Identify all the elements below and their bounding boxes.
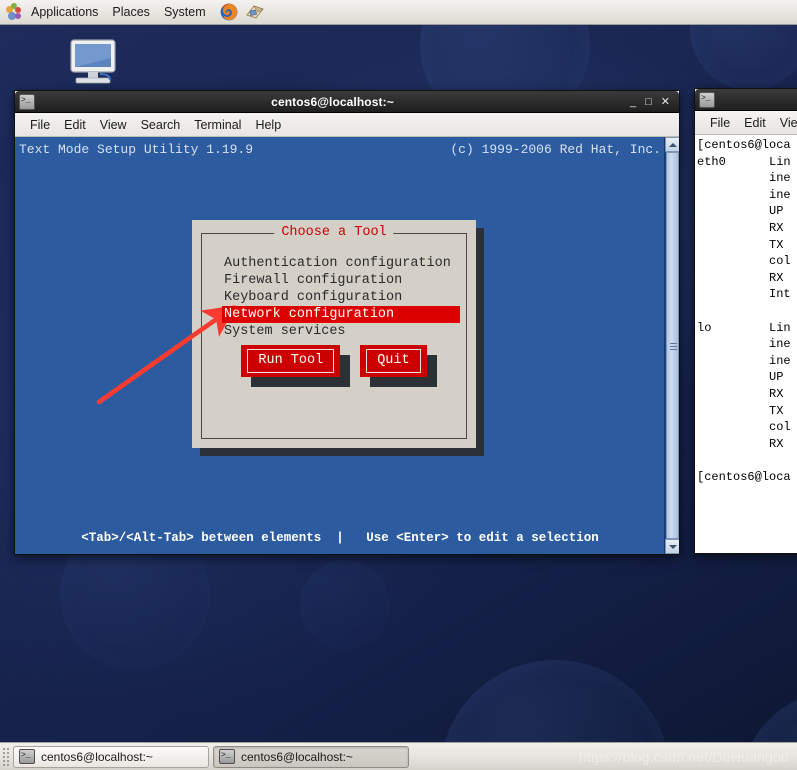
terminal-window-ifconfig[interactable]: File Edit Vie [centos6@loca eth0 Lin ine… — [694, 88, 797, 554]
setup-header: Text Mode Setup Utility 1.19.9 (c) 1999-… — [19, 142, 661, 158]
menu-edit[interactable]: Edit — [57, 116, 93, 134]
menubar-ifconfig: File Edit Vie — [695, 111, 797, 135]
scroll-down-button[interactable] — [665, 539, 679, 554]
taskbar-item-terminal-2[interactable]: centos6@localhost:~ — [213, 745, 409, 768]
setup-footer-hint: <Tab>/<Alt-Tab> between elements | Use <… — [81, 531, 599, 545]
evolution-mail-icon[interactable] — [245, 2, 265, 22]
chevron-up-icon — [669, 143, 677, 147]
top-panel: Applications Places System — [0, 0, 797, 25]
computer-desktop-icon[interactable] — [62, 38, 124, 90]
menu-search[interactable]: Search — [134, 116, 188, 134]
watermark-text: https://blog.csdn.net/DuHuangod — [578, 749, 789, 765]
run-tool-button-wrap: Run Tool — [241, 345, 351, 387]
setup-header-right: (c) 1999-2006 Red Hat, Inc. — [450, 142, 661, 157]
titlebar-setup[interactable]: centos6@localhost:~ _ □ ✕ — [15, 91, 679, 113]
terminal-scrollbar[interactable] — [664, 137, 679, 554]
terminal-window-setup[interactable]: centos6@localhost:~ _ □ ✕ File Edit View… — [14, 90, 680, 555]
tool-item-firewall[interactable]: Firewall configuration — [222, 272, 462, 289]
tool-list[interactable]: Authentication configuration Firewall co… — [222, 255, 462, 340]
tool-item-authentication[interactable]: Authentication configuration — [222, 255, 462, 272]
tool-item-network[interactable]: Network configuration — [222, 306, 460, 323]
menu-view[interactable]: Vie — [773, 114, 797, 132]
menu-places[interactable]: Places — [105, 3, 157, 21]
menu-terminal[interactable]: Terminal — [187, 116, 248, 134]
menu-system[interactable]: System — [157, 3, 213, 21]
setup-utility-screen: Text Mode Setup Utility 1.19.9 (c) 1999-… — [15, 137, 679, 554]
run-tool-button[interactable]: Run Tool — [241, 345, 341, 377]
maximize-button[interactable]: □ — [645, 96, 652, 107]
chevron-down-icon — [669, 545, 677, 549]
tool-item-keyboard[interactable]: Keyboard configuration — [222, 289, 462, 306]
taskbar-item-label: centos6@localhost:~ — [41, 749, 153, 764]
quit-button-wrap: Quit — [360, 345, 437, 387]
menu-applications[interactable]: Applications — [24, 3, 105, 21]
run-tool-button-label: Run Tool — [247, 349, 335, 373]
quit-button[interactable]: Quit — [360, 345, 427, 377]
terminal-icon — [219, 748, 235, 764]
taskbar: centos6@localhost:~ centos6@localhost:~ … — [0, 742, 797, 770]
firefox-icon[interactable] — [219, 2, 239, 22]
close-button[interactable]: ✕ — [661, 96, 670, 107]
menu-edit[interactable]: Edit — [737, 114, 773, 132]
terminal-icon — [19, 93, 35, 110]
scrollbar-thumb[interactable] — [666, 152, 679, 539]
menu-file[interactable]: File — [23, 116, 57, 134]
menu-help[interactable]: Help — [248, 116, 288, 134]
dialog-title: Choose a Tool — [274, 225, 394, 240]
terminal-icon — [19, 748, 35, 764]
panel-grip-handle[interactable] — [2, 746, 10, 767]
menu-file[interactable]: File — [703, 114, 737, 132]
desktop-screen: Applications Places System centos6@local… — [0, 0, 797, 770]
scroll-up-button[interactable] — [665, 137, 679, 152]
choose-a-tool-dialog: Choose a Tool Authentication configurati… — [192, 220, 476, 448]
window-title: centos6@localhost:~ — [271, 94, 394, 109]
menu-view[interactable]: View — [93, 116, 134, 134]
dialog-buttons: Run Tool Quit — [192, 345, 476, 387]
terminal-output-ifconfig[interactable]: [centos6@loca eth0 Lin ine ine UP RX TX … — [695, 135, 797, 553]
terminal-icon — [699, 91, 715, 108]
menubar-setup: File Edit View Search Terminal Help — [15, 113, 679, 137]
setup-header-left: Text Mode Setup Utility 1.19.9 — [19, 142, 254, 157]
taskbar-item-terminal-1[interactable]: centos6@localhost:~ — [13, 745, 209, 768]
minimize-button[interactable]: _ — [630, 96, 636, 107]
titlebar-ifconfig[interactable] — [695, 89, 797, 111]
tool-item-system-services[interactable]: System services — [222, 323, 462, 340]
taskbar-item-label: centos6@localhost:~ — [241, 749, 353, 764]
gnome-foot-logo[interactable] — [5, 3, 23, 21]
quit-button-label: Quit — [366, 349, 421, 373]
